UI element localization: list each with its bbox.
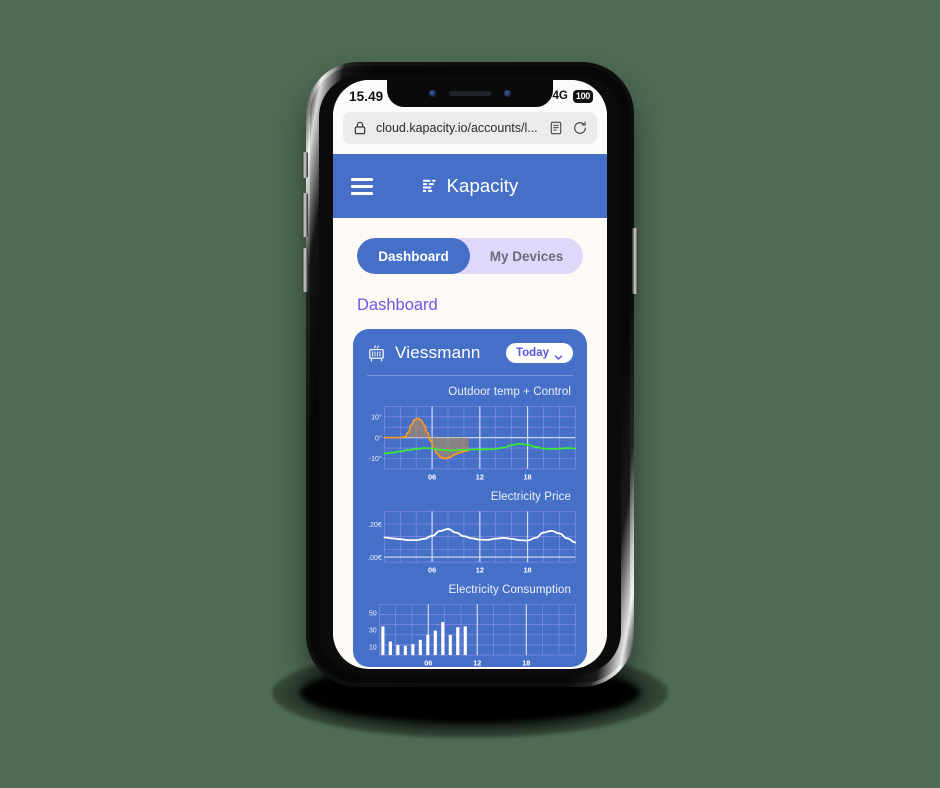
- phone-power-button[interactable]: [632, 228, 638, 294]
- svg-text:12: 12: [476, 472, 484, 480]
- address-bar-url: cloud.kapacity.io/accounts/l...: [376, 121, 538, 135]
- tab-dashboard[interactable]: Dashboard: [357, 238, 470, 274]
- svg-text:50: 50: [369, 609, 377, 617]
- svg-text:10°: 10°: [371, 414, 382, 422]
- svg-text:0°: 0°: [375, 434, 382, 442]
- svg-text:06: 06: [428, 565, 436, 573]
- svg-text:12: 12: [476, 565, 484, 573]
- tab-my-devices-label: My Devices: [489, 248, 564, 264]
- reader-view-icon[interactable]: [548, 120, 564, 136]
- tab-dashboard-label: Dashboard: [378, 248, 449, 264]
- chart-outdoor-temp-control-title: Outdoor temp + Control: [448, 386, 571, 398]
- lock-icon: [352, 120, 368, 136]
- time-range-label: Today: [515, 347, 549, 359]
- svg-text:18: 18: [524, 565, 532, 573]
- tab-my-devices[interactable]: My Devices: [470, 238, 583, 274]
- svg-text:.00€: .00€: [368, 554, 382, 562]
- svg-text:06: 06: [424, 658, 432, 666]
- device-card-title: Viessmann: [395, 343, 481, 362]
- page-title: Dashboard: [357, 296, 438, 314]
- browser-toolbar: cloud.kapacity.io/accounts/l...: [333, 110, 607, 154]
- address-bar[interactable]: cloud.kapacity.io/accounts/l...: [343, 112, 597, 144]
- chart-electricity-consumption-title: Electricity Consumption: [448, 583, 571, 596]
- svg-text:.20€: .20€: [368, 521, 382, 529]
- chevron-down-icon: [554, 349, 563, 360]
- radiator-icon: [367, 344, 386, 363]
- app-brand-name: Kapacity: [446, 175, 519, 196]
- phone-notch: [387, 80, 553, 107]
- chart-electricity-consumption-plot: 50 30 10 06 12 18: [369, 603, 576, 667]
- svg-text:12: 12: [473, 658, 481, 666]
- chart-electricity-price-title: Electricity Price: [490, 490, 571, 503]
- screenshot-stage: 15.49 4G 100 cloud.kapacity.io/accounts/…: [0, 0, 940, 788]
- network-type-label: 4G: [552, 90, 568, 102]
- hamburger-menu-icon[interactable]: [351, 177, 373, 195]
- phone-volume-down-button[interactable]: [302, 248, 308, 292]
- reload-icon[interactable]: [572, 120, 588, 136]
- svg-text:18: 18: [524, 472, 532, 480]
- svg-text:18: 18: [522, 658, 530, 666]
- chart-electricity-price: Electricity Price .20€ .00€ 06 12 18: [353, 481, 587, 574]
- tab-bar: Dashboard My Devices: [357, 238, 583, 274]
- face-sensor-icon: [504, 89, 511, 97]
- kapacity-logo-icon: [422, 178, 439, 195]
- svg-text:10: 10: [369, 643, 377, 651]
- chart-outdoor-temp-control-plot: 10° 0° -10° 06 12 18: [369, 406, 577, 481]
- time-range-selector[interactable]: Today: [505, 343, 573, 363]
- phone-mute-switch[interactable]: [302, 152, 308, 178]
- app-brand: Kapacity: [333, 175, 607, 197]
- status-bar-clock: 15.49: [349, 88, 384, 104]
- svg-text:30: 30: [369, 626, 377, 634]
- phone-volume-up-button[interactable]: [302, 193, 308, 237]
- svg-text:06: 06: [428, 472, 436, 480]
- front-camera-icon: [429, 89, 436, 97]
- app-header: Kapacity: [333, 154, 607, 218]
- app-page: Dashboard My Devices Dashboard Viessmann…: [333, 218, 607, 667]
- battery-full-icon: 100: [572, 89, 593, 103]
- device-card-header: Viessmann Today: [353, 343, 587, 375]
- chart-electricity-consumption: Electricity Consumption 50 30 10 06 12 18: [353, 574, 587, 667]
- svg-text:-10°: -10°: [369, 455, 382, 463]
- device-card: Viessmann Today Outdoor temp + Control 1…: [353, 329, 587, 667]
- earpiece-speaker-icon: [449, 90, 491, 96]
- phone-screen: 15.49 4G 100 cloud.kapacity.io/accounts/…: [333, 80, 607, 669]
- chart-outdoor-temp-control: Outdoor temp + Control 10° 0° -10° 06 12 18: [353, 376, 587, 481]
- chart-electricity-price-plot: .20€ .00€ 06 12 18: [368, 510, 577, 574]
